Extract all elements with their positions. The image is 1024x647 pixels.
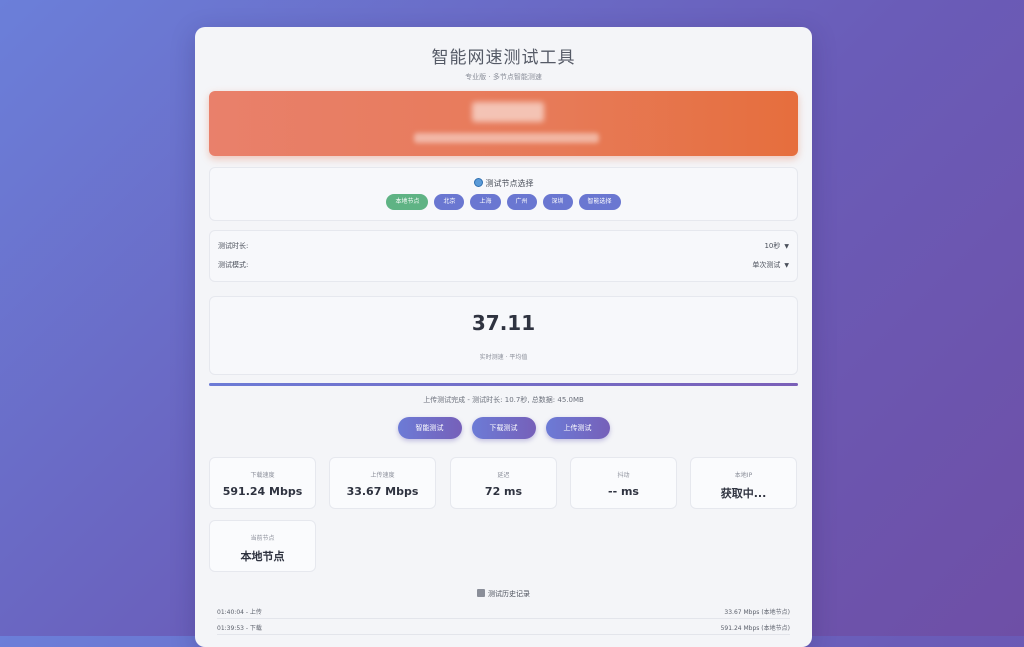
- speed-result-panel: 37.11 实时测速 · 平均值: [209, 296, 798, 375]
- blurred-username: [472, 102, 544, 122]
- history-title: 测试历史记录: [488, 590, 530, 598]
- node-chip-smart[interactable]: 智能选择: [578, 194, 621, 210]
- progress-fill: [209, 383, 798, 386]
- duration-label: 测试时长:: [218, 242, 249, 250]
- mode-select[interactable]: 单次测试 ▼: [752, 260, 789, 270]
- stat-latency: 延迟 72 ms: [450, 457, 557, 509]
- node-chip-local[interactable]: 本地节点: [386, 194, 429, 210]
- status-text: 上传测试完成 - 测试时长: 10.7秒, 总数据: 45.0MB: [423, 396, 584, 404]
- action-buttons: 智能测试 下载测试 上传测试: [195, 417, 812, 439]
- node-chip-guangzhou[interactable]: 广州: [506, 194, 537, 210]
- speed-value: 37.11: [471, 311, 536, 335]
- upload-test-button[interactable]: 上传测试: [545, 417, 610, 439]
- node-chip-beijing[interactable]: 北京: [434, 194, 465, 210]
- node-selector-title: 测试节点选择: [485, 179, 534, 188]
- stat-current-node: 当前节点 本地节点: [209, 520, 316, 572]
- history-row: 01:40:04 - 上传 33.67 Mbps (本地节点): [217, 606, 790, 619]
- duration-select[interactable]: 10秒 ▼: [764, 241, 789, 251]
- stat-download: 下载速度 591.24 Mbps: [209, 457, 316, 509]
- page-title: 智能网速测试工具: [431, 48, 576, 68]
- history-row: 01:39:53 - 下载 591.24 Mbps (本地节点): [217, 622, 790, 635]
- chevron-down-icon: ▼: [784, 262, 789, 269]
- speed-caption: 实时测速 · 平均值: [479, 354, 528, 361]
- history-icon: [477, 589, 485, 597]
- progress-bar: [209, 383, 798, 386]
- speedtest-card: 智能网速测试工具 专业版 · 多节点智能测速 测试节点选择 本地节点 北京 上海…: [195, 27, 812, 647]
- page-subtitle: 专业版 · 多节点智能测速: [465, 73, 542, 81]
- mode-label: 测试模式:: [218, 261, 249, 269]
- node-selector-panel: 测试节点选择 本地节点 北京 上海 广州 深圳 智能选择: [209, 167, 798, 221]
- blurred-email: [414, 133, 599, 143]
- duration-row: 测试时长: 10秒 ▼: [218, 241, 789, 255]
- settings-panel: 测试时长: 10秒 ▼ 测试模式: 单次测试 ▼: [209, 230, 798, 282]
- stat-local-ip: 本地IP 获取中...: [690, 457, 797, 509]
- download-test-button[interactable]: 下载测试: [471, 417, 536, 439]
- node-chip-shenzhen[interactable]: 深圳: [542, 194, 573, 210]
- smart-test-button[interactable]: 智能测试: [397, 417, 462, 439]
- user-banner: [209, 91, 798, 156]
- stat-jitter: 抖动 -- ms: [570, 457, 677, 509]
- globe-icon: [473, 178, 483, 187]
- node-chips: 本地节点 北京 上海 广州 深圳 智能选择: [210, 194, 797, 210]
- chevron-down-icon: ▼: [784, 243, 789, 250]
- node-chip-shanghai[interactable]: 上海: [470, 194, 501, 210]
- stat-upload: 上传速度 33.67 Mbps: [329, 457, 436, 509]
- mode-row: 测试模式: 单次测试 ▼: [218, 260, 789, 274]
